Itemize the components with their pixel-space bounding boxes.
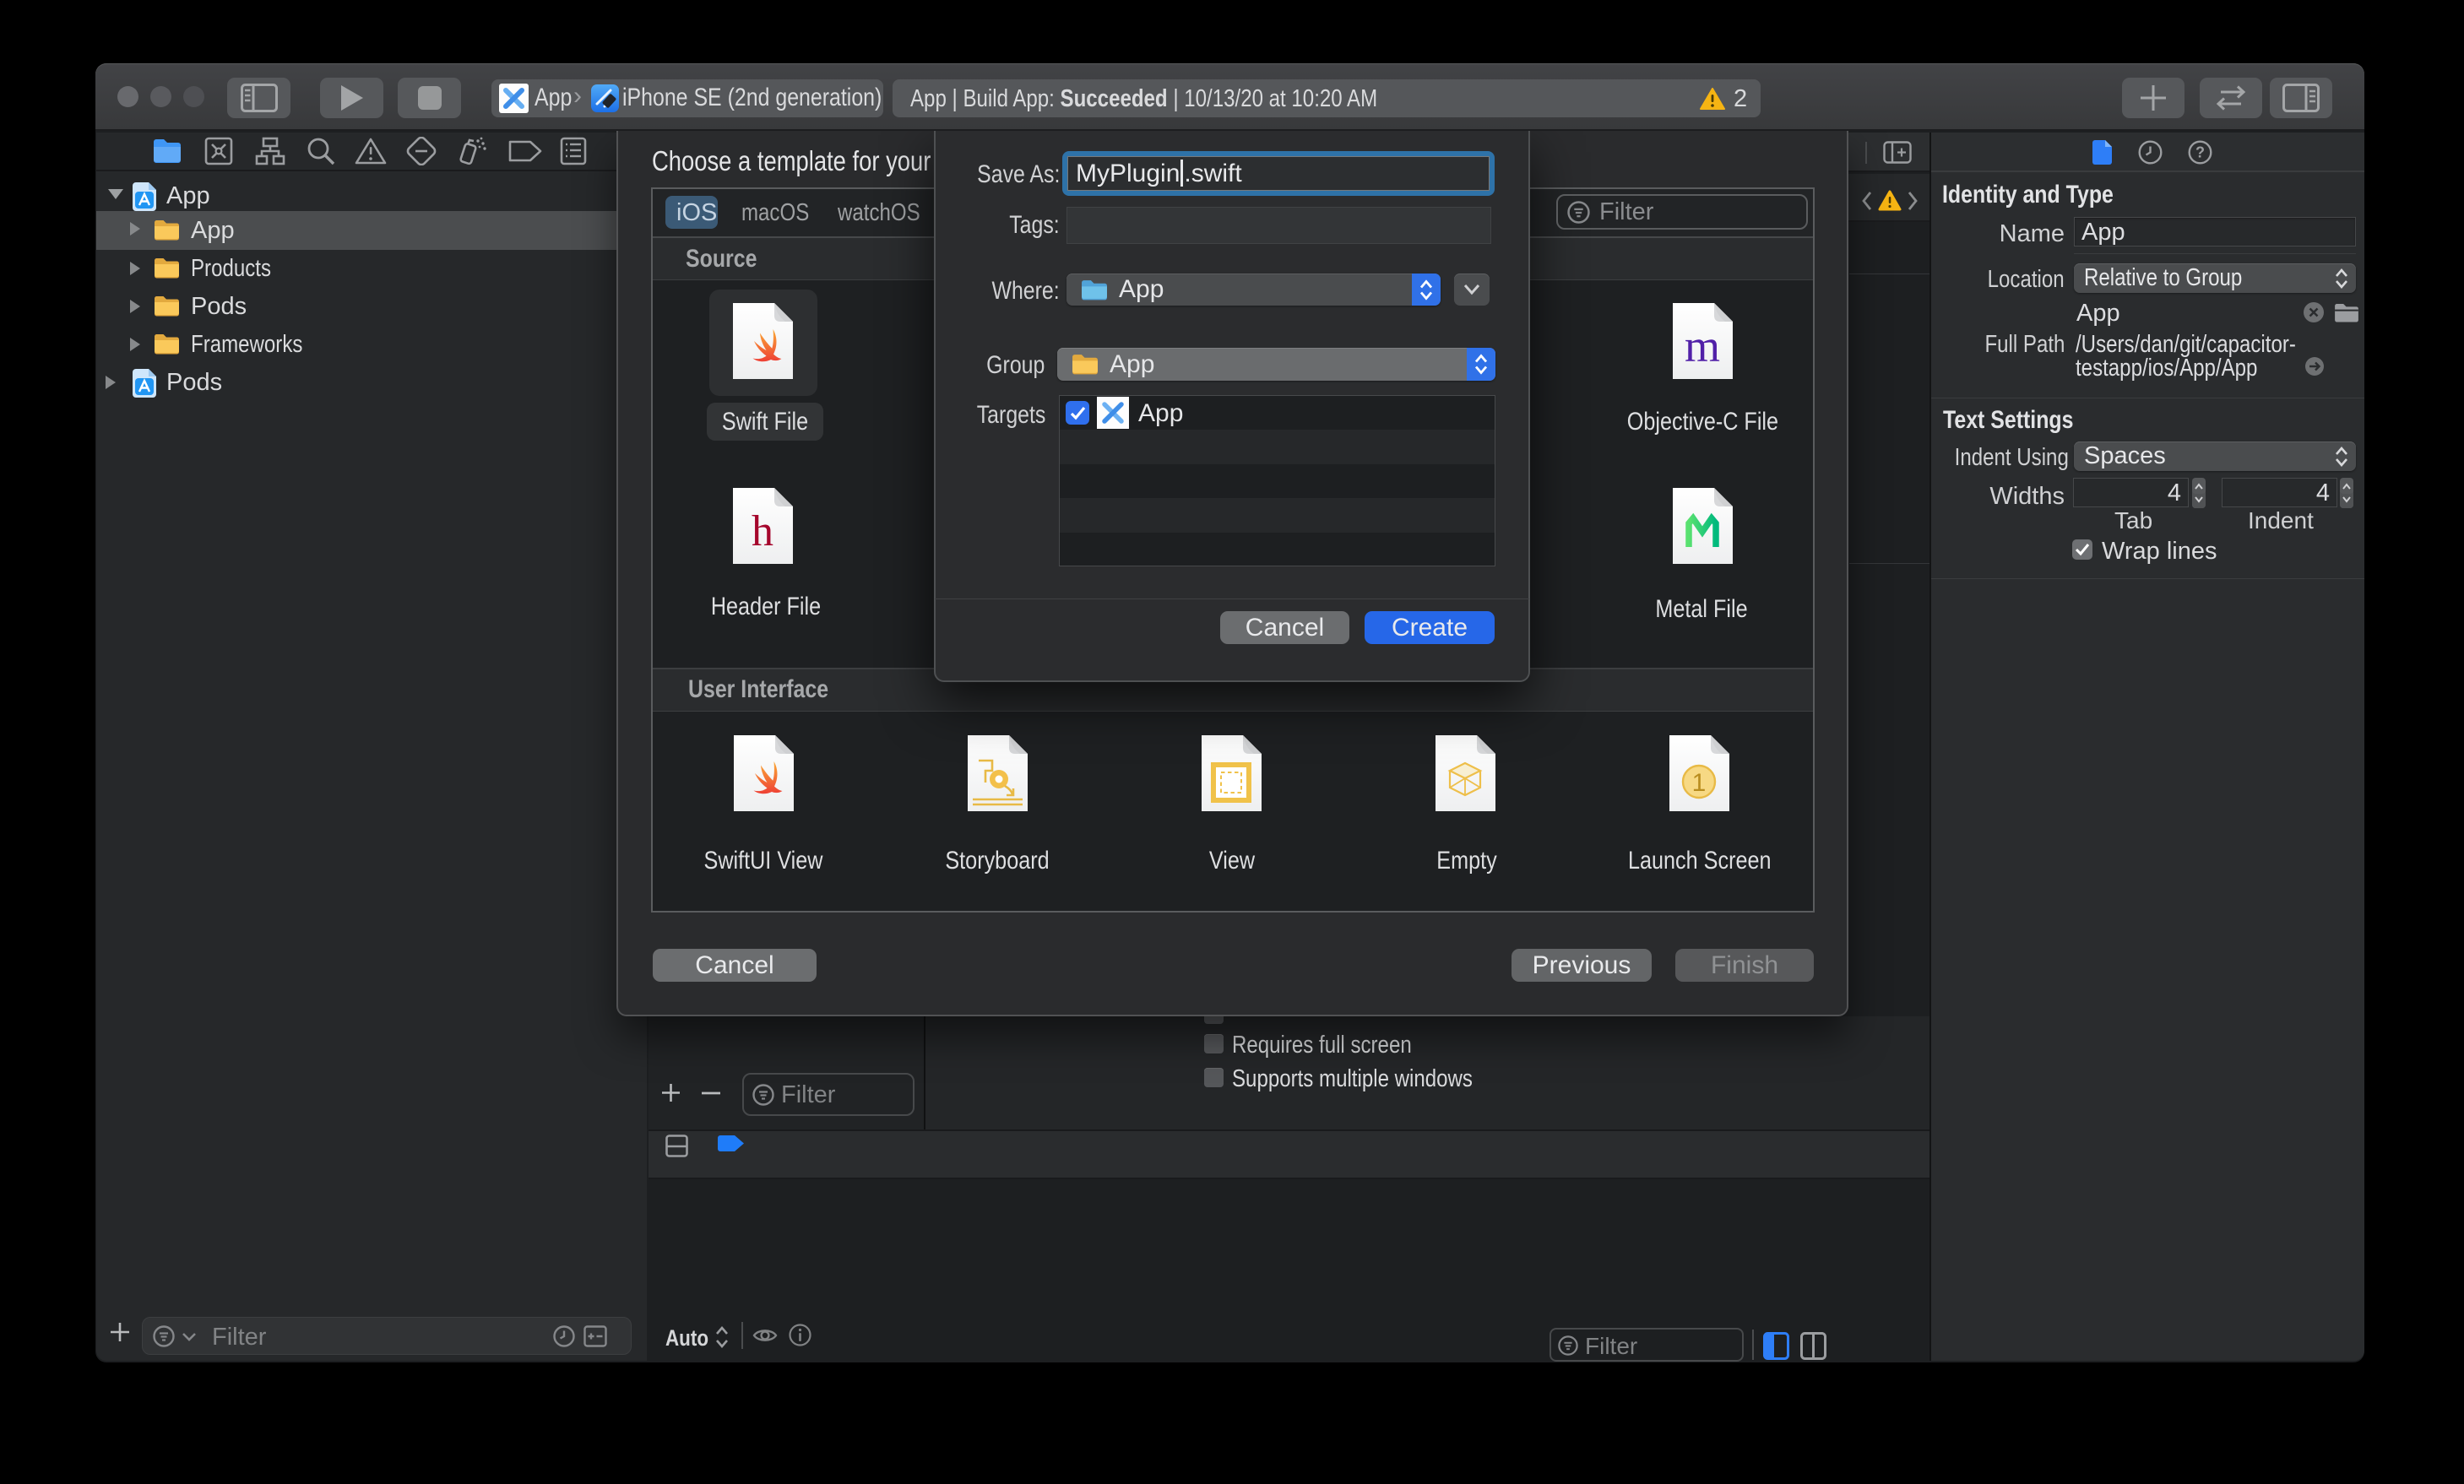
svg-text:m: m — [1685, 321, 1720, 371]
svg-text:?: ? — [2195, 144, 2205, 161]
svg-text:1: 1 — [1692, 769, 1707, 797]
svg-text:h: h — [752, 507, 773, 555]
